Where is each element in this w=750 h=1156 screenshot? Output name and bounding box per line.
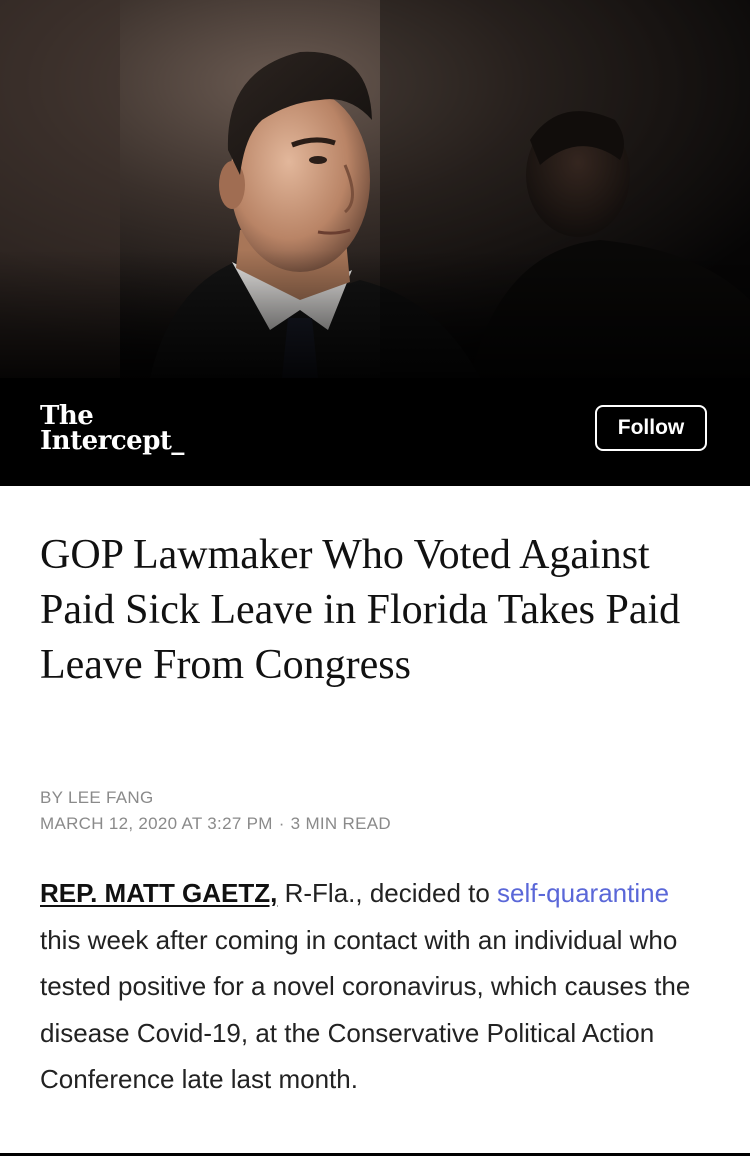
meta-separator: · [278, 814, 285, 833]
body-text-segment: this week after coming in contact with a… [40, 924, 691, 1095]
article-page: The Intercept_ Follow GOP Lawmaker Who V… [0, 0, 750, 1156]
publisher-bar: The Intercept_ Follow [0, 378, 750, 486]
follow-button[interactable]: Follow [595, 405, 707, 451]
article-byline[interactable]: BY LEE FANG [40, 785, 154, 811]
publisher-logo[interactable]: The Intercept_ [40, 403, 184, 456]
article-body-paragraph: REP. MATT GAETZ, R-Fla., decided to self… [40, 870, 712, 1103]
article-meta: MARCH 12, 2020 AT 3:27 PM · 3 MIN READ [40, 811, 391, 837]
self-quarantine-link[interactable]: self-quarantine [497, 878, 669, 908]
publish-date: MARCH 12, 2020 AT 3:27 PM [40, 814, 273, 833]
article-headline: GOP Lawmaker Who Voted Against Paid Sick… [40, 532, 681, 688]
hero-photo [0, 0, 750, 378]
body-text-segment: R-Fla., decided to [277, 878, 498, 908]
lead-name: REP. MATT GAETZ, [40, 878, 278, 908]
logo-line-2: Intercept_ [40, 426, 184, 456]
read-time: 3 MIN READ [290, 814, 391, 833]
